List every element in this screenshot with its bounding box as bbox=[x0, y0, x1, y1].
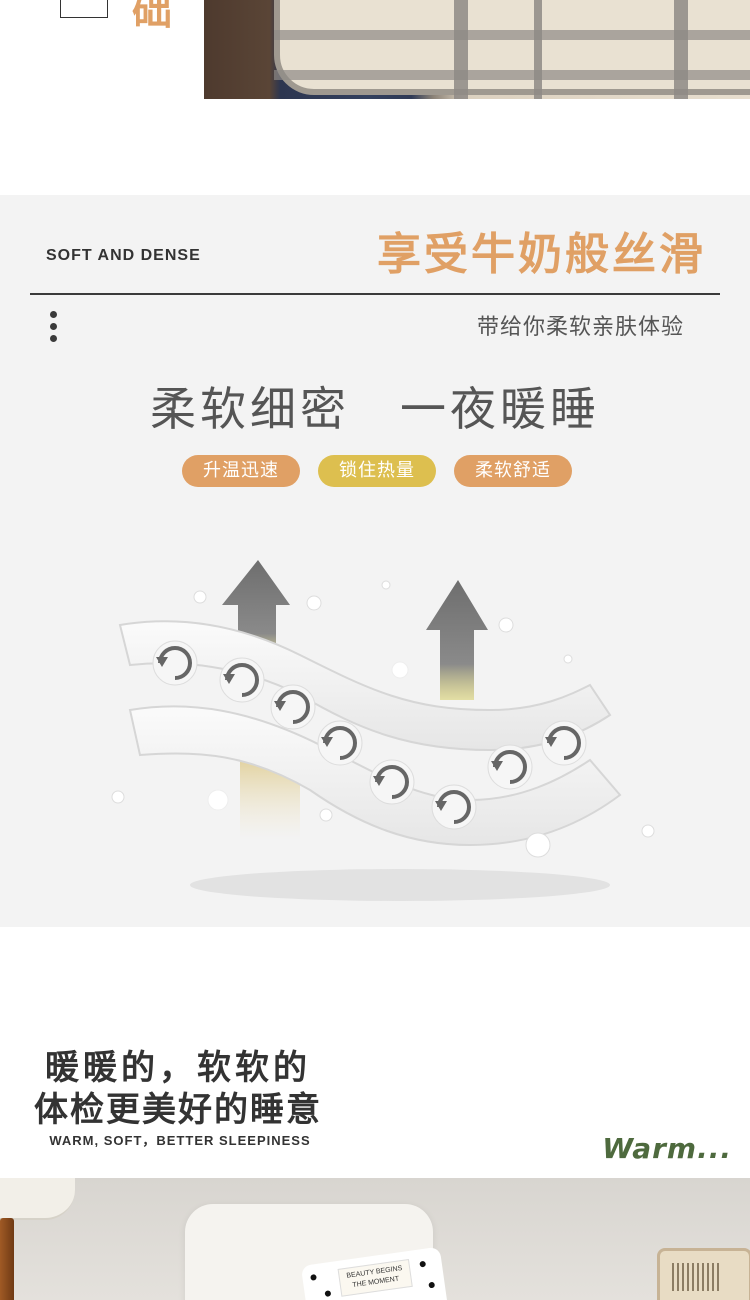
bubble bbox=[381, 580, 391, 590]
lamp-shade bbox=[0, 1178, 75, 1220]
pillow-print: BEAUTY BEGINS THE MOMENT bbox=[337, 1258, 413, 1297]
swirl-icon bbox=[152, 640, 198, 686]
bubble bbox=[641, 824, 655, 838]
plaid-stripe bbox=[454, 0, 468, 99]
plaid-stripe bbox=[274, 70, 750, 80]
bubble bbox=[193, 590, 207, 604]
plaid-stripe bbox=[674, 0, 688, 99]
speaker bbox=[657, 1248, 750, 1300]
plaid-stripe bbox=[274, 30, 750, 40]
feature-panel: SOFT AND DENSE 享受牛奶般丝滑 带给你柔软亲肤体验 柔软细密 一夜… bbox=[0, 195, 750, 927]
warm-script-text: Warm... bbox=[602, 1132, 732, 1165]
fabric-layers-illustration bbox=[111, 560, 655, 901]
tag-pill: 柔软舒适 bbox=[454, 455, 572, 487]
vertical-dots-icon bbox=[50, 311, 58, 345]
feature-english-label: SOFT AND DENSE bbox=[46, 247, 201, 264]
feature-headline: 柔软细密 一夜暖睡 bbox=[150, 382, 600, 436]
bubble bbox=[111, 790, 125, 804]
bubble bbox=[498, 617, 514, 633]
warm-title-line2: 体检更美好的睡意 bbox=[34, 1090, 322, 1130]
tag-pill: 升温迅速 bbox=[182, 455, 300, 487]
bubble bbox=[563, 654, 573, 664]
product-detail-page: 础 SOFT AND DENSE 享受牛奶般丝滑 带给你柔软亲肤体验 柔软细密 … bbox=[0, 0, 750, 1300]
swirl-icon bbox=[431, 784, 477, 830]
top-label-box bbox=[60, 0, 108, 18]
swirl-icon bbox=[219, 657, 265, 703]
bubble bbox=[319, 808, 333, 822]
bubble bbox=[306, 595, 322, 611]
bubble bbox=[207, 789, 229, 811]
bubble bbox=[391, 661, 409, 679]
swirl-icon bbox=[541, 720, 587, 766]
bedroom-photo: BEAUTY BEGINS THE MOMENT bbox=[0, 1178, 750, 1300]
heat-arrow-icon bbox=[426, 580, 488, 700]
feature-title: 享受牛奶般丝滑 bbox=[377, 229, 706, 280]
warm-english-subtitle: WARM, SOFT，BETTER SLEEPINESS bbox=[49, 1133, 311, 1148]
bubble bbox=[525, 832, 551, 858]
blanket-photo bbox=[204, 0, 750, 99]
swirl-icon bbox=[270, 684, 316, 730]
feature-subtitle: 带给你柔软亲肤体验 bbox=[476, 315, 684, 340]
lamp-arm bbox=[0, 1218, 14, 1300]
swirl-icon bbox=[317, 720, 363, 766]
divider bbox=[30, 293, 720, 295]
shadow bbox=[190, 869, 610, 901]
plaid-stripe bbox=[534, 0, 542, 99]
swirl-icon bbox=[487, 744, 533, 790]
top-banner: 础 bbox=[0, 0, 750, 100]
swirl-icon bbox=[369, 759, 415, 805]
top-heading-char: 础 bbox=[132, 0, 172, 34]
tag-pill: 锁住热量 bbox=[318, 455, 436, 487]
